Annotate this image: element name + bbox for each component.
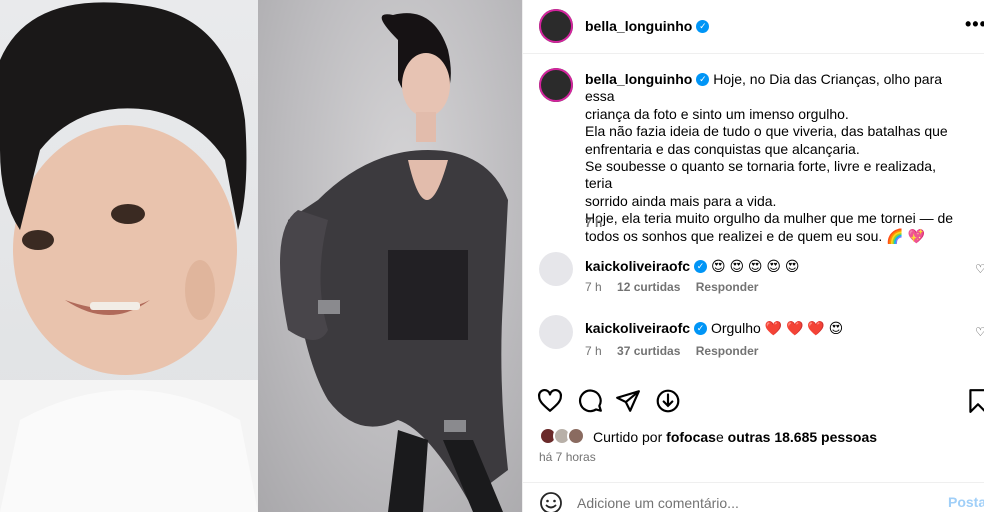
post-header: bella_longuinho ✓ ••• [523,0,984,54]
comment-bubble-icon[interactable] [577,388,603,414]
verified-badge-icon: ✓ [694,259,708,273]
comment-input[interactable] [577,493,937,512]
comment-body: kaickoliveiraofc ✓ Orgulho ❤️ ❤️ ❤️ 😍 [585,320,843,337]
comment-meta: 7 h 37 curtidas Responder [585,344,770,358]
liker-avatars[interactable] [539,427,589,447]
caption-avatar[interactable] [539,68,573,102]
repost-circle-icon[interactable] [655,388,681,414]
commenter-username[interactable]: kaickoliveiraofc [585,320,690,336]
child-portrait-illustration [0,2,258,512]
comment-like-heart-icon[interactable]: ♡ [975,262,984,276]
like-heart-icon[interactable] [537,388,563,414]
verified-badge-icon: ✓ [694,321,708,335]
woman-photo [258,0,522,512]
save-bookmark-icon[interactable] [965,388,984,414]
commenter-username[interactable]: kaickoliveiraofc [585,258,690,274]
verified-badge-icon: ✓ [696,19,710,33]
comment-meta: 7 h 12 curtidas Responder [585,280,770,294]
post-side-panel: bella_longuinho ✓ ••• bella_longuinho ✓ Ho… [522,0,984,512]
comment-time[interactable]: 7 h [585,280,602,294]
author-avatar[interactable] [539,9,573,43]
add-comment-bar: Postar [523,482,984,512]
author-username-wrap: bella_longuinho ✓ [585,18,710,34]
comment-likes[interactable]: 37 curtidas [617,344,680,358]
caption-username[interactable]: bella_longuinho [585,71,692,87]
action-bar [523,384,984,420]
reply-button[interactable]: Responder [696,344,759,358]
caption-line: todos os sonhos que realizei e de quem e… [585,227,925,244]
child-photo [0,0,258,512]
comment-time[interactable]: 7 h [585,344,602,358]
woman-portrait-illustration [280,13,508,512]
post-timestamp[interactable]: há 7 horas [539,450,596,464]
reply-button[interactable]: Responder [696,280,759,294]
likes-prefix: Curtido por [593,429,663,445]
likes-others[interactable]: outras 18.685 pessoas [728,429,877,445]
emoji-smiley-icon[interactable] [539,491,563,512]
more-options-icon[interactable]: ••• [965,14,984,35]
post-caption: bella_longuinho ✓ Hoje, no Dia das Crianç… [585,71,965,245]
caption-line: Hoje, ela teria muito orgulho da mulher … [585,210,954,227]
commenter-avatar[interactable] [539,252,573,286]
caption-line: Ela não fazia ideia de tudo o que viveri… [585,123,948,140]
caption-line: criança da foto e sinto um imenso orgulh… [585,105,849,122]
post-comment-button[interactable]: Postar [948,494,984,510]
comment-likes[interactable]: 12 curtidas [617,280,680,294]
caption-timestamp[interactable]: 7 h [585,216,602,230]
commenter-avatar[interactable] [539,315,573,349]
comment-like-heart-icon[interactable]: ♡ [975,325,984,339]
verified-badge-icon: ✓ [696,72,710,86]
liker-avatar [567,427,585,445]
comment-text: 😍 😍 😍 😍 😍 [710,258,800,274]
likes-first-user[interactable]: fofocas [666,429,716,445]
author-username[interactable]: bella_longuinho [585,18,692,34]
post-media[interactable] [0,0,522,512]
comment-body: kaickoliveiraofc ✓ 😍 😍 😍 😍 😍 [585,258,800,275]
likes-summary: Curtido por fofocas e outras 18.685 pess… [539,427,877,447]
share-paper-plane-icon[interactable] [615,388,641,414]
caption-line: Se soubesse o quanto se tornaria forte, … [585,158,936,192]
comment-text: Orgulho ❤️ ❤️ ❤️ 😍 [710,320,844,336]
caption-line: enfrentaria e das conquistas que alcança… [585,140,860,157]
caption-line: sorrido ainda mais para a vida. [585,192,777,209]
likes-middle: e [715,429,724,445]
